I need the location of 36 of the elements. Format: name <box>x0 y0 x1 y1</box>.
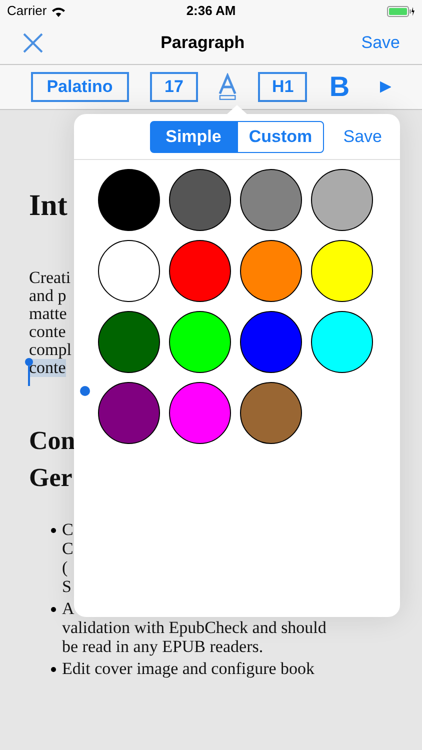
bullet-line: validation with EpubCheck and should <box>62 618 326 637</box>
document-subheading: Ger <box>29 462 72 494</box>
status-time: 2:36 AM <box>186 2 236 20</box>
save-button[interactable]: Save <box>361 30 400 56</box>
bullet-line: A <box>62 599 74 618</box>
font-size-button[interactable]: 17 <box>150 72 198 102</box>
close-icon <box>22 32 44 54</box>
paragraph-line: Creati <box>29 269 71 287</box>
battery-icon <box>387 6 415 16</box>
bullet-icon <box>51 528 56 533</box>
paragraph-line: compl <box>29 341 72 359</box>
font-button[interactable]: Palatino <box>31 72 129 102</box>
carrier-label: Carrier <box>7 2 47 20</box>
bold-button[interactable]: B <box>329 73 350 101</box>
bullet-line: C <box>62 539 74 558</box>
wifi-icon <box>50 6 66 16</box>
popover-save-button[interactable]: Save <box>343 124 382 150</box>
document-heading: Int <box>29 188 68 224</box>
bullet-line: C <box>62 520 74 539</box>
nav-title: Paragraph <box>160 32 245 54</box>
bullet-icon <box>51 607 56 612</box>
paragraph-line: conte <box>29 323 66 341</box>
bullet-line: be read in any EPUB readers. <box>62 637 264 656</box>
segment-tab[interactable]: Custom <box>237 120 324 152</box>
bullet-line: ( <box>62 558 68 577</box>
bullet-line: S <box>62 577 72 596</box>
document-subheading: Con <box>29 425 76 457</box>
close-button[interactable] <box>22 32 44 54</box>
paragraph-line: matte <box>29 305 67 323</box>
play-icon[interactable] <box>380 81 392 93</box>
paragraph-line: and p <box>29 287 66 305</box>
bullet-icon <box>51 667 56 672</box>
heading-button[interactable]: H1 <box>258 72 308 102</box>
text-color-icon[interactable] <box>218 73 238 101</box>
bullet-line: Edit cover image and configure book <box>62 659 315 678</box>
segment-tab[interactable]: Simple <box>150 120 237 152</box>
